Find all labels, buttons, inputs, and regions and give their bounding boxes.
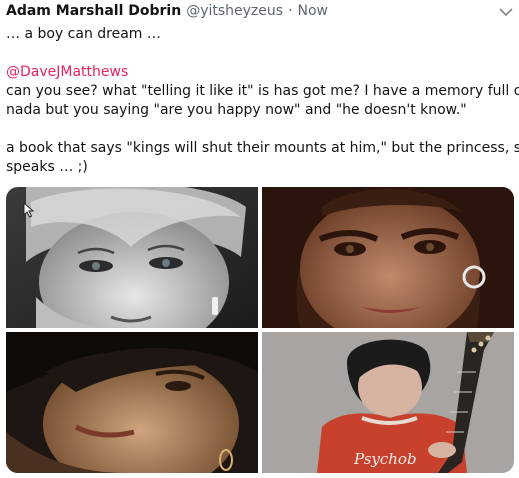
photo-2-image (262, 187, 514, 328)
photo-4-image: Psychob (262, 332, 514, 473)
tweet-text-line (6, 44, 512, 63)
tweet-text-line: nada but you saying "are you happy now" … (6, 102, 467, 118)
display-name[interactable]: Adam Marshall Dobrin (6, 3, 181, 19)
tweet-header: Adam Marshall Dobrin @yitsheyzeus · Now (6, 3, 328, 23)
photo-1-image (6, 187, 258, 328)
tweet-text-line: can you see? what "telling it like it" i… (6, 83, 519, 99)
photo-2[interactable] (262, 187, 514, 328)
tweet-text-line: … a boy can dream … (6, 26, 161, 42)
tweet-text-line (6, 120, 512, 139)
tweet-card[interactable]: Adam Marshall Dobrin @yitsheyzeus · Now … (0, 0, 519, 478)
mention-link[interactable]: @DaveJMatthews (6, 64, 128, 80)
chevron-down-icon[interactable] (498, 4, 514, 18)
mouse-cursor-icon (23, 201, 35, 218)
mention-link-line: @DaveJMatthews (6, 63, 512, 82)
tweet-text-line: speaks … ;) (6, 159, 88, 175)
timestamp[interactable]: Now (298, 3, 329, 19)
photo-1[interactable] (6, 187, 258, 328)
tweet-text-line: a book that says "kings will shut their … (6, 140, 519, 156)
tweet-text: … a boy can dream … @DaveJMatthews can y… (6, 25, 519, 177)
photo-3[interactable] (6, 332, 258, 473)
shirt-text: Psychob (353, 450, 417, 468)
photo-grid: Psychob (6, 187, 514, 473)
photo-3-image (6, 332, 258, 473)
user-handle[interactable]: @yitsheyzeus (186, 3, 283, 19)
header-separator: · (288, 3, 293, 19)
photo-4[interactable]: Psychob (262, 332, 514, 473)
